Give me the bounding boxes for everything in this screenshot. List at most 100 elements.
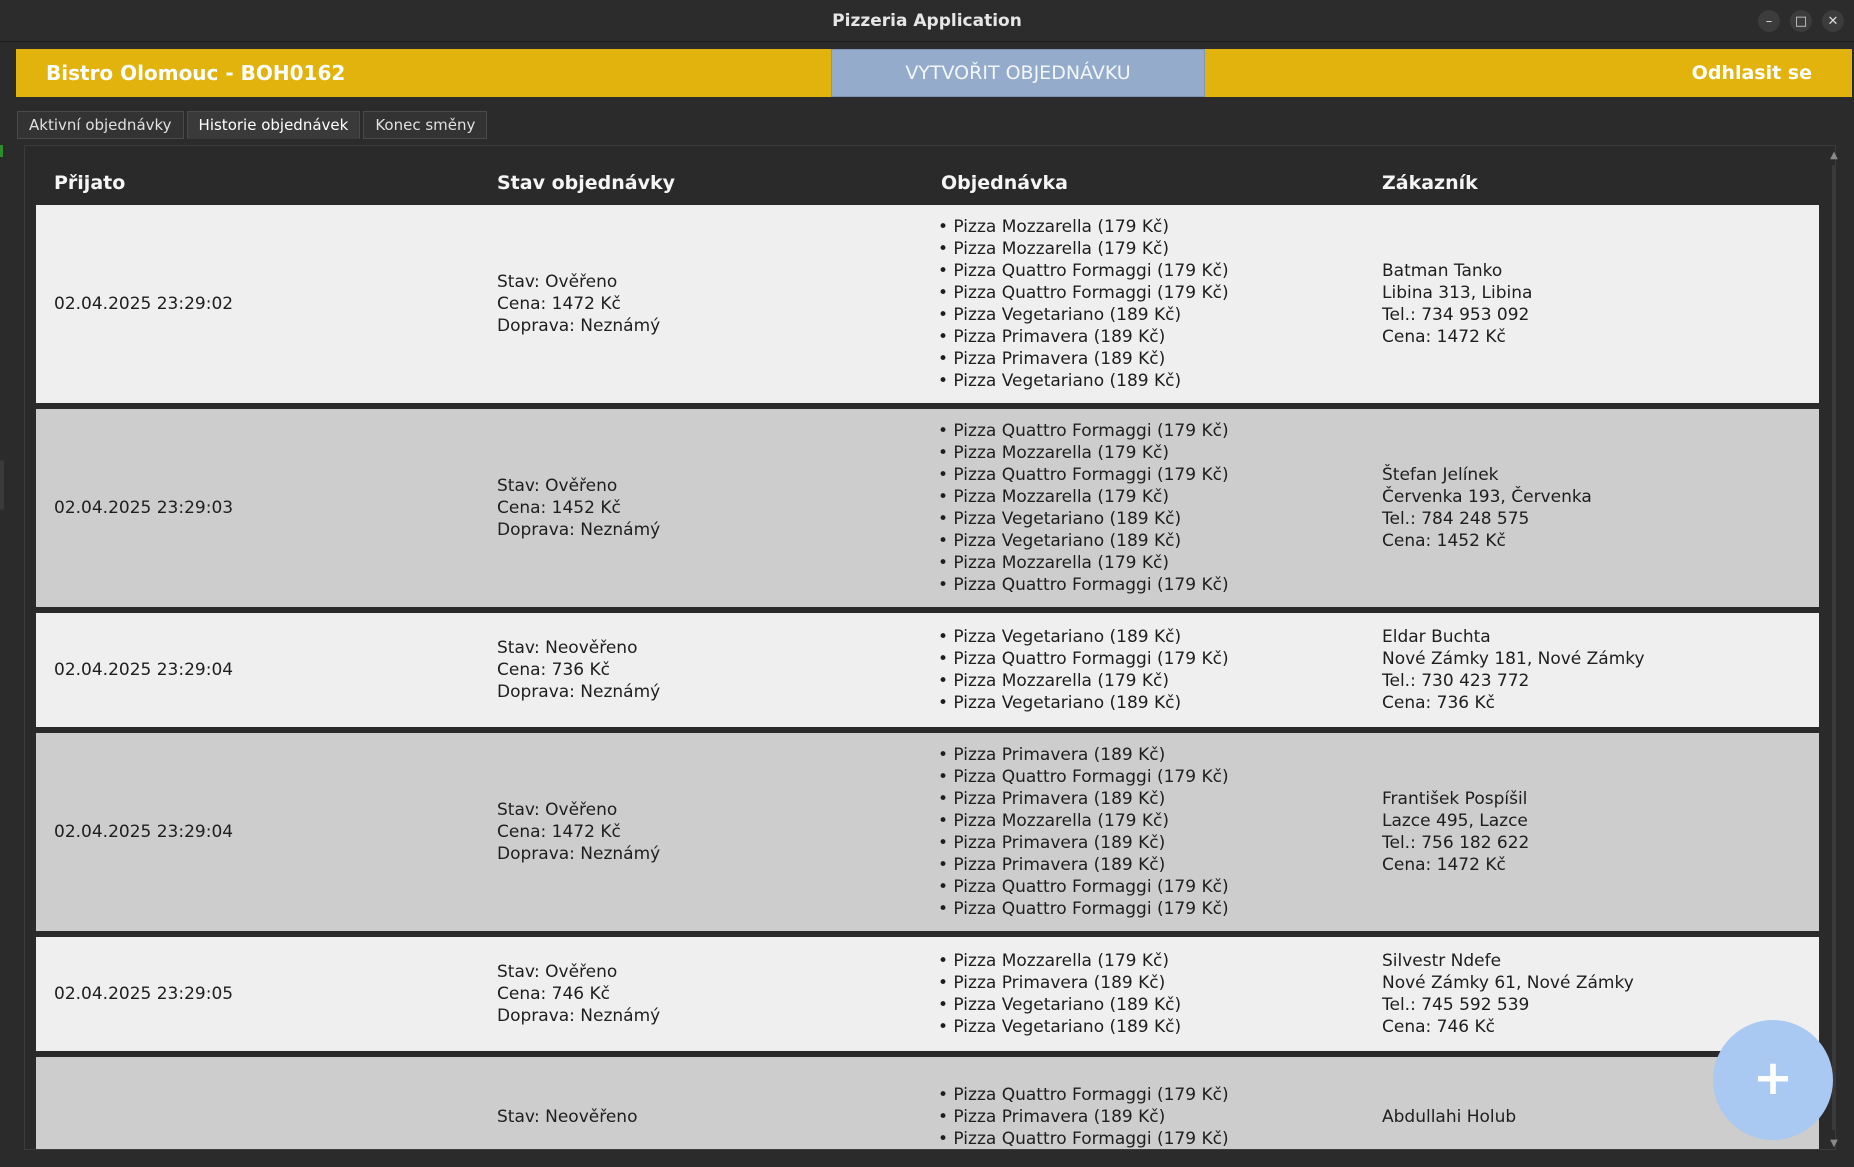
items-cell-line: • Pizza Quattro Formaggi (179 Kč) <box>938 575 1229 595</box>
customer-cell-line: Červenka 193, Červenka <box>1382 487 1592 507</box>
items-cell-line: • Pizza Mozzarella (179 Kč) <box>938 239 1169 259</box>
customer-cell-line: Libina 313, Libina <box>1382 283 1533 303</box>
status-cell-line: Cena: 746 Kč <box>497 984 610 1004</box>
status-cell-line: Doprava: Neznámý <box>497 844 661 864</box>
minimize-icon[interactable]: – <box>1758 10 1780 32</box>
items-cell-line: • Pizza Mozzarella (179 Kč) <box>938 217 1169 237</box>
scroll-down-icon[interactable]: ▼ <box>1828 1138 1840 1150</box>
items-cell-line: • Pizza Vegetariano (189 Kč) <box>938 627 1182 647</box>
status-cell: Stav: Ověřeno Cena: 1472 Kč Doprava: Nezná… <box>497 733 660 931</box>
tab-order-history[interactable]: Historie objednávek <box>186 111 361 139</box>
status-cell-line: Doprava: Neznámý <box>497 520 661 540</box>
customer-cell-line: Abdullahi Holub <box>1382 1107 1517 1127</box>
logout-button[interactable]: Odhlasit se <box>1692 49 1812 97</box>
table-row[interactable]: 02.04.2025 23:29:02 Stav: Ověřeno Cena: 14… <box>36 205 1819 403</box>
items-cell-line: • Pizza Vegetariano (189 Kč) <box>938 531 1182 551</box>
scrollbar[interactable] <box>1832 165 1836 1130</box>
header-status: Stav objednávky <box>497 172 675 194</box>
status-cell-line: Doprava: Neznámý <box>497 1006 661 1026</box>
status-cell-line: Doprava: Neznámý <box>497 682 661 702</box>
received-cell-line: 02.04.2025 23:29:04 <box>54 660 234 680</box>
items-cell-line: • Pizza Mozzarella (179 Kč) <box>938 487 1169 507</box>
status-cell-line: Stav: Ověřeno <box>497 476 618 496</box>
order-history-panel: Přijato Stav objednávky Objednávka Zákaz… <box>24 145 1836 1150</box>
received-cell: 02.04.2025 23:29:05 <box>54 937 233 1051</box>
items-cell-line: • Pizza Vegetariano (189 Kč) <box>938 371 1182 391</box>
customer-cell-line: Silvestr Ndefe <box>1382 951 1502 971</box>
table-row[interactable]: 02.04.2025 23:29:05 Stav: Ověřeno Cena: 74… <box>36 937 1819 1051</box>
items-cell-line: • Pizza Mozzarella (179 Kč) <box>938 811 1169 831</box>
tab-end-of-shift[interactable]: Konec směny <box>363 111 488 139</box>
header-customer: Zákazník <box>1382 172 1478 194</box>
close-icon[interactable]: ✕ <box>1822 10 1844 32</box>
app-header: Bistro Olomouc - BOH0162 VYTVOŘIT OBJEDN… <box>16 49 1852 97</box>
items-cell-line: • Pizza Quattro Formaggi (179 Kč) <box>938 767 1229 787</box>
customer-cell-line: Tel.: 756 182 622 <box>1382 833 1530 853</box>
header-received: Přijato <box>54 172 126 194</box>
customer-cell-line: Lazce 495, Lazce <box>1382 811 1528 831</box>
tab-active-orders[interactable]: Aktivní objednávky <box>17 111 184 139</box>
table-row[interactable]: 02.04.2025 23:29:03 Stav: Ověřeno Cena: 14… <box>36 409 1819 607</box>
tab-bar: Aktivní objednávky Historie objednávek K… <box>17 111 488 139</box>
table-row[interactable]: Stav: Neověřeno • Pizza Quattro Formaggi … <box>36 1057 1819 1149</box>
customer-cell-line: Eldar Buchta <box>1382 627 1491 647</box>
add-order-button[interactable]: + <box>1713 1020 1833 1140</box>
customer-cell-line: Cena: 1472 Kč <box>1382 855 1506 875</box>
customer-cell-line: Tel.: 730 423 772 <box>1382 671 1530 691</box>
status-cell-line: Stav: Ověřeno <box>497 962 618 982</box>
items-cell-line: • Pizza Quattro Formaggi (179 Kč) <box>938 1129 1229 1149</box>
items-cell-line: • Pizza Mozzarella (179 Kč) <box>938 443 1169 463</box>
items-cell-line: • Pizza Primavera (189 Kč) <box>938 855 1166 875</box>
table-row[interactable]: 02.04.2025 23:29:04 Stav: Neověřeno Cena: … <box>36 613 1819 727</box>
table-row[interactable]: 02.04.2025 23:29:04 Stav: Ověřeno Cena: 14… <box>36 733 1819 931</box>
customer-cell-line: Nové Zámky 181, Nové Zámky <box>1382 649 1645 669</box>
items-cell: • Pizza Mozzarella (179 Kč) • Pizza Prima… <box>938 937 1181 1051</box>
status-cell-line: Doprava: Neznámý <box>497 316 661 336</box>
customer-cell: Abdullahi Holub <box>1382 1057 1517 1149</box>
received-cell-line: 02.04.2025 23:29:02 <box>54 294 234 314</box>
customer-cell-line: Cena: 736 Kč <box>1382 693 1495 713</box>
items-cell-line: • Pizza Primavera (189 Kč) <box>938 745 1166 765</box>
status-cell: Stav: Ověřeno Cena: 746 Kč Doprava: Neznám… <box>497 937 660 1051</box>
items-cell-line: • Pizza Quattro Formaggi (179 Kč) <box>938 261 1229 281</box>
status-cell-line: Stav: Neověřeno <box>497 638 638 658</box>
left-edge-indicator <box>0 145 3 157</box>
items-cell-line: • Pizza Mozzarella (179 Kč) <box>938 671 1169 691</box>
customer-cell-line: František Pospíšil <box>1382 789 1528 809</box>
table-header: Přijato Stav objednávky Objednávka Zákaz… <box>36 168 1819 198</box>
items-cell-line: • Pizza Quattro Formaggi (179 Kč) <box>938 649 1229 669</box>
items-cell-line: • Pizza Quattro Formaggi (179 Kč) <box>938 465 1229 485</box>
status-cell: Stav: Neověřeno <box>497 1057 637 1149</box>
customer-cell-line: Nové Zámky 61, Nové Zámky <box>1382 973 1634 993</box>
scroll-up-icon[interactable]: ▲ <box>1828 150 1840 162</box>
customer-cell-line: Cena: 1452 Kč <box>1382 531 1506 551</box>
items-cell-line: • Pizza Quattro Formaggi (179 Kč) <box>938 283 1229 303</box>
create-order-button[interactable]: VYTVOŘIT OBJEDNÁVKU <box>831 49 1205 97</box>
status-cell: Stav: Neověřeno Cena: 736 Kč Doprava: Nezn… <box>497 613 660 727</box>
items-cell-line: • Pizza Primavera (189 Kč) <box>938 789 1166 809</box>
bistro-name: Bistro Olomouc - BOH0162 <box>46 61 346 85</box>
items-cell: • Pizza Mozzarella (179 Kč) • Pizza Mozza… <box>938 205 1229 403</box>
customer-cell-line: Cena: 746 Kč <box>1382 1017 1495 1037</box>
customer-cell-line: Cena: 1472 Kč <box>1382 327 1506 347</box>
status-cell: Stav: Ověřeno Cena: 1472 Kč Doprava: Nezná… <box>497 205 660 403</box>
items-cell-line: • Pizza Vegetariano (189 Kč) <box>938 1017 1182 1037</box>
customer-cell-line: Štefan Jelínek <box>1382 465 1499 485</box>
status-cell: Stav: Ověřeno Cena: 1452 Kč Doprava: Nezná… <box>497 409 660 607</box>
items-cell-line: • Pizza Mozzarella (179 Kč) <box>938 553 1169 573</box>
received-cell: 02.04.2025 23:29:04 <box>54 733 233 931</box>
customer-cell-line: Tel.: 745 592 539 <box>1382 995 1530 1015</box>
customer-cell-line: Batman Tanko <box>1382 261 1503 281</box>
window-title: Pizzeria Application <box>832 11 1022 31</box>
customer-cell-line: Tel.: 734 953 092 <box>1382 305 1530 325</box>
maximize-icon[interactable]: □ <box>1790 10 1812 32</box>
received-cell-line: 02.04.2025 23:29:04 <box>54 822 234 842</box>
customer-cell: Štefan Jelínek Červenka 193, Červenka Tel.… <box>1382 409 1592 607</box>
status-cell-line: Cena: 1472 Kč <box>497 822 621 842</box>
items-cell: • Pizza Vegetariano (189 Kč) • Pizza Quat… <box>938 613 1229 727</box>
received-cell: 02.04.2025 23:29:02 <box>54 205 233 403</box>
items-cell-line: • Pizza Vegetariano (189 Kč) <box>938 305 1182 325</box>
status-cell-line: Cena: 1452 Kč <box>497 498 621 518</box>
items-cell-line: • Pizza Vegetariano (189 Kč) <box>938 509 1182 529</box>
status-cell-line: Cena: 1472 Kč <box>497 294 621 314</box>
